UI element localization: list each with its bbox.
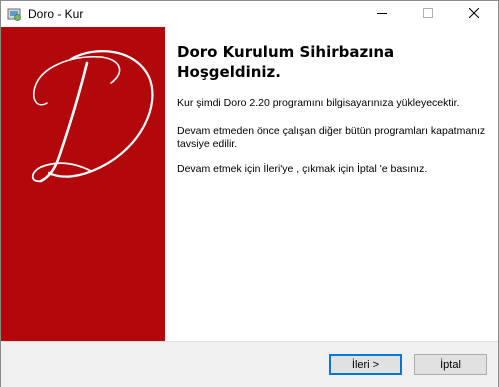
install-description: Kur şimdi Doro 2.20 programını bilgisaya… [177, 97, 460, 109]
installer-icon [6, 6, 22, 22]
minimize-button[interactable] [359, 1, 405, 27]
close-button[interactable] [451, 1, 497, 27]
title-bar[interactable]: Doro - Kur [1, 1, 498, 27]
close-programs-advice: Devam etmeden önce çalışan diğer bütün p… [177, 125, 486, 150]
installer-window: Doro - Kur Doro Kurulum Sihirbazına Hoşg… [0, 0, 499, 387]
next-button[interactable]: İleri > [329, 354, 402, 375]
close-icon [468, 5, 480, 23]
minimize-icon [377, 5, 387, 23]
doro-logo [31, 50, 154, 183]
button-bar: İleri > İptal [1, 341, 498, 387]
navigation-instructions: Devam etmek için İleri'ye , çıkmak için … [177, 163, 428, 175]
sidebar-banner [1, 27, 165, 341]
welcome-heading: Doro Kurulum Sihirbazına Hoşgeldiniz. [177, 43, 395, 81]
maximize-button[interactable] [405, 1, 451, 27]
window-title: Doro - Kur [28, 7, 84, 21]
maximize-icon [423, 5, 433, 23]
cancel-button[interactable]: İptal [414, 354, 487, 375]
welcome-content: Doro Kurulum Sihirbazına Hoşgeldiniz. Ku… [165, 27, 498, 341]
